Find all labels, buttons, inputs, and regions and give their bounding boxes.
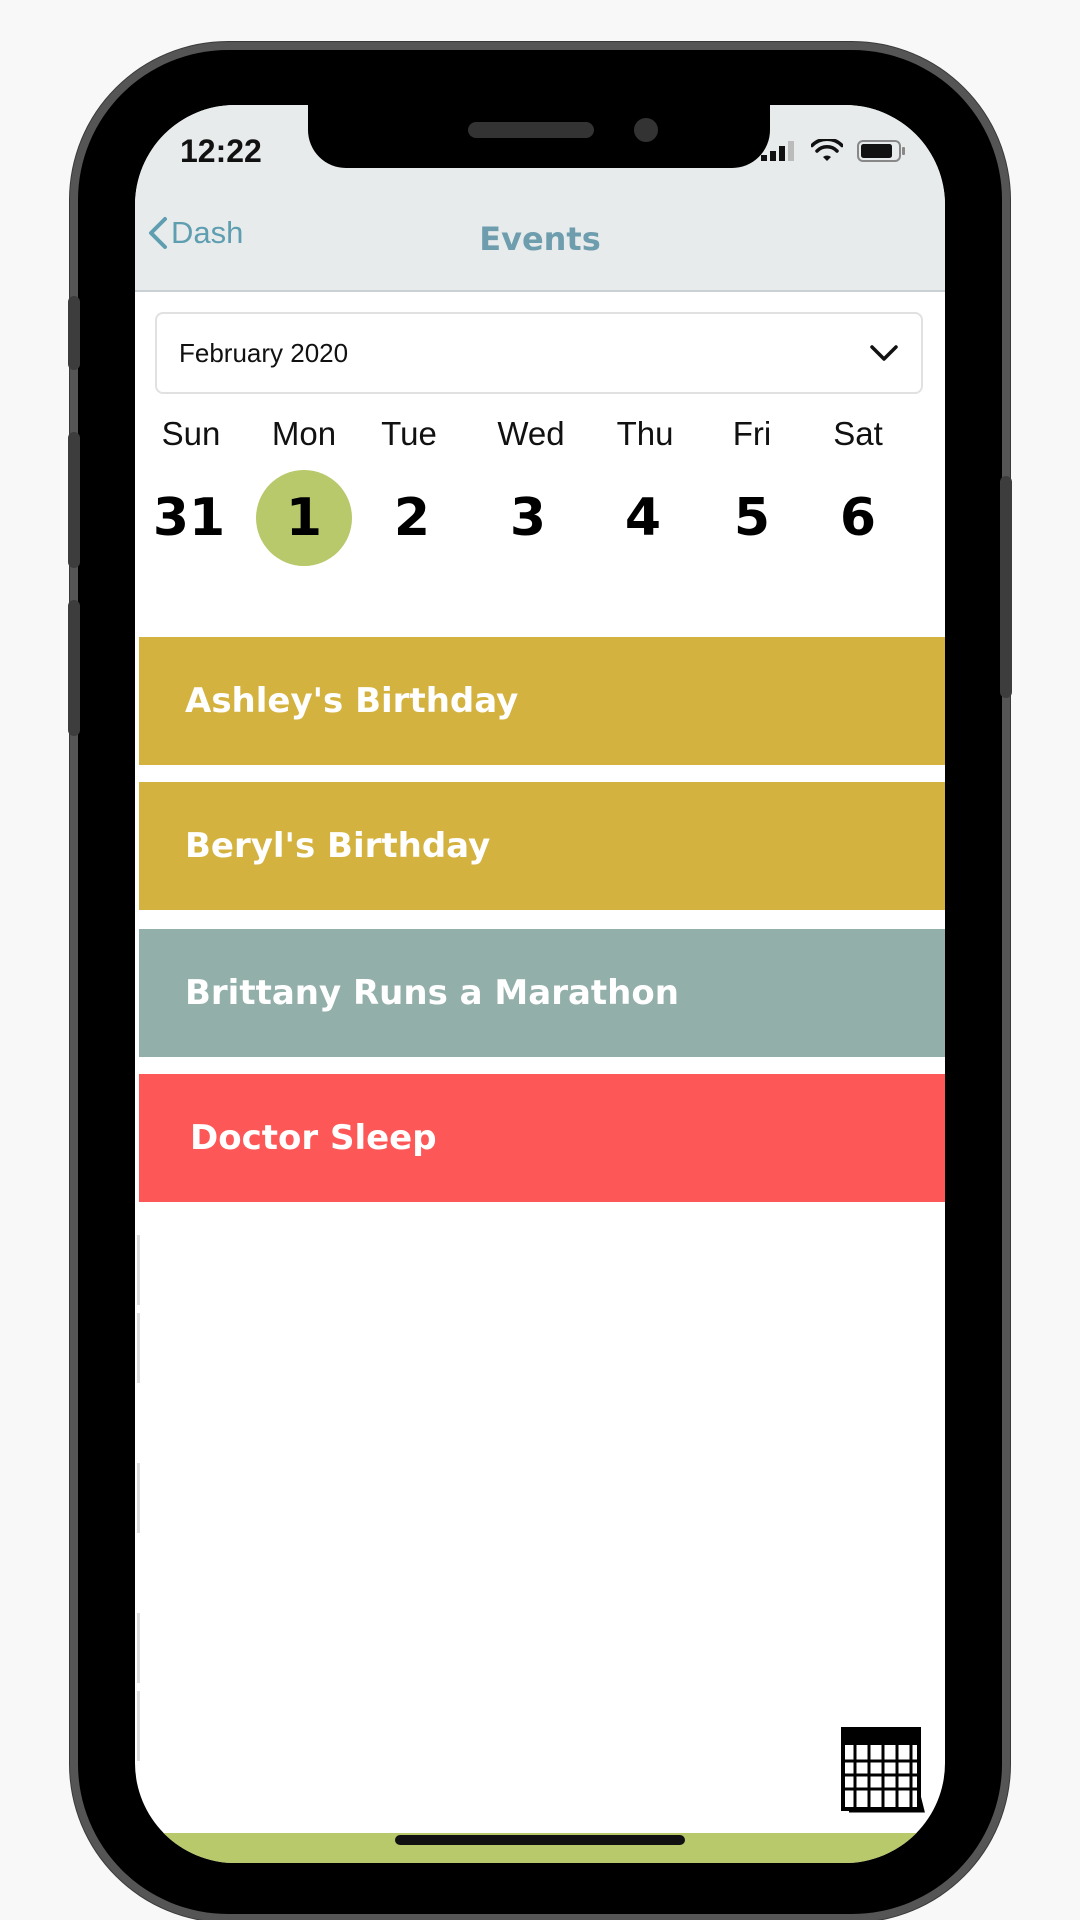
weekday-label: Thu — [616, 415, 674, 452]
volume-up-button — [68, 432, 80, 568]
wifi-icon — [811, 139, 843, 161]
weekday-label: Sun — [161, 415, 221, 452]
event-item-brittany-runs-a-marathon[interactable]: Brittany Runs a Marathon — [139, 929, 945, 1057]
chevron-down-icon — [870, 345, 898, 361]
calendar-icon[interactable] — [839, 1723, 925, 1813]
weekday-label: Wed — [497, 415, 565, 452]
screen: 12:22 Dash Events February 2020 Sun Mon … — [135, 105, 945, 1863]
weekday-label: Fri — [732, 415, 772, 452]
weekday-label: Sat — [833, 415, 883, 452]
weekday-header: Sun Mon Tue Wed Thu Fri Sat — [135, 415, 945, 465]
weekday-label: Tue — [381, 415, 437, 452]
date-cell[interactable]: 4 — [595, 470, 691, 566]
event-item-beryls-birthday[interactable]: Beryl's Birthday — [139, 782, 945, 910]
status-icons — [761, 139, 907, 163]
battery-icon — [857, 140, 905, 162]
mute-switch — [68, 296, 80, 370]
date-cell[interactable]: 3 — [480, 470, 576, 566]
weekday-label: Mon — [271, 415, 337, 452]
week-dates: 31 1 2 3 4 5 6 — [135, 470, 945, 570]
scroll-track — [135, 1235, 143, 1795]
speaker — [468, 122, 594, 138]
event-item-doctor-sleep[interactable]: Doctor Sleep — [139, 1074, 945, 1202]
month-dropdown[interactable]: February 2020 — [155, 312, 923, 394]
date-cell[interactable]: 5 — [704, 470, 800, 566]
date-cell-selected[interactable]: 1 — [256, 470, 352, 566]
date-cell[interactable]: 31 — [141, 470, 237, 566]
home-indicator[interactable] — [395, 1835, 685, 1845]
notch — [308, 105, 770, 168]
nav-header: 12:22 Dash Events — [135, 105, 945, 292]
power-button — [1000, 476, 1012, 698]
date-cell[interactable]: 2 — [364, 470, 460, 566]
month-dropdown-value: February 2020 — [179, 337, 349, 368]
volume-down-button — [68, 600, 80, 736]
event-item-ashleys-birthday[interactable]: Ashley's Birthday — [139, 637, 945, 765]
status-time: 12:22 — [180, 133, 262, 169]
front-camera — [634, 118, 658, 142]
date-cell[interactable]: 6 — [810, 470, 906, 566]
page-title: Events — [479, 220, 601, 258]
